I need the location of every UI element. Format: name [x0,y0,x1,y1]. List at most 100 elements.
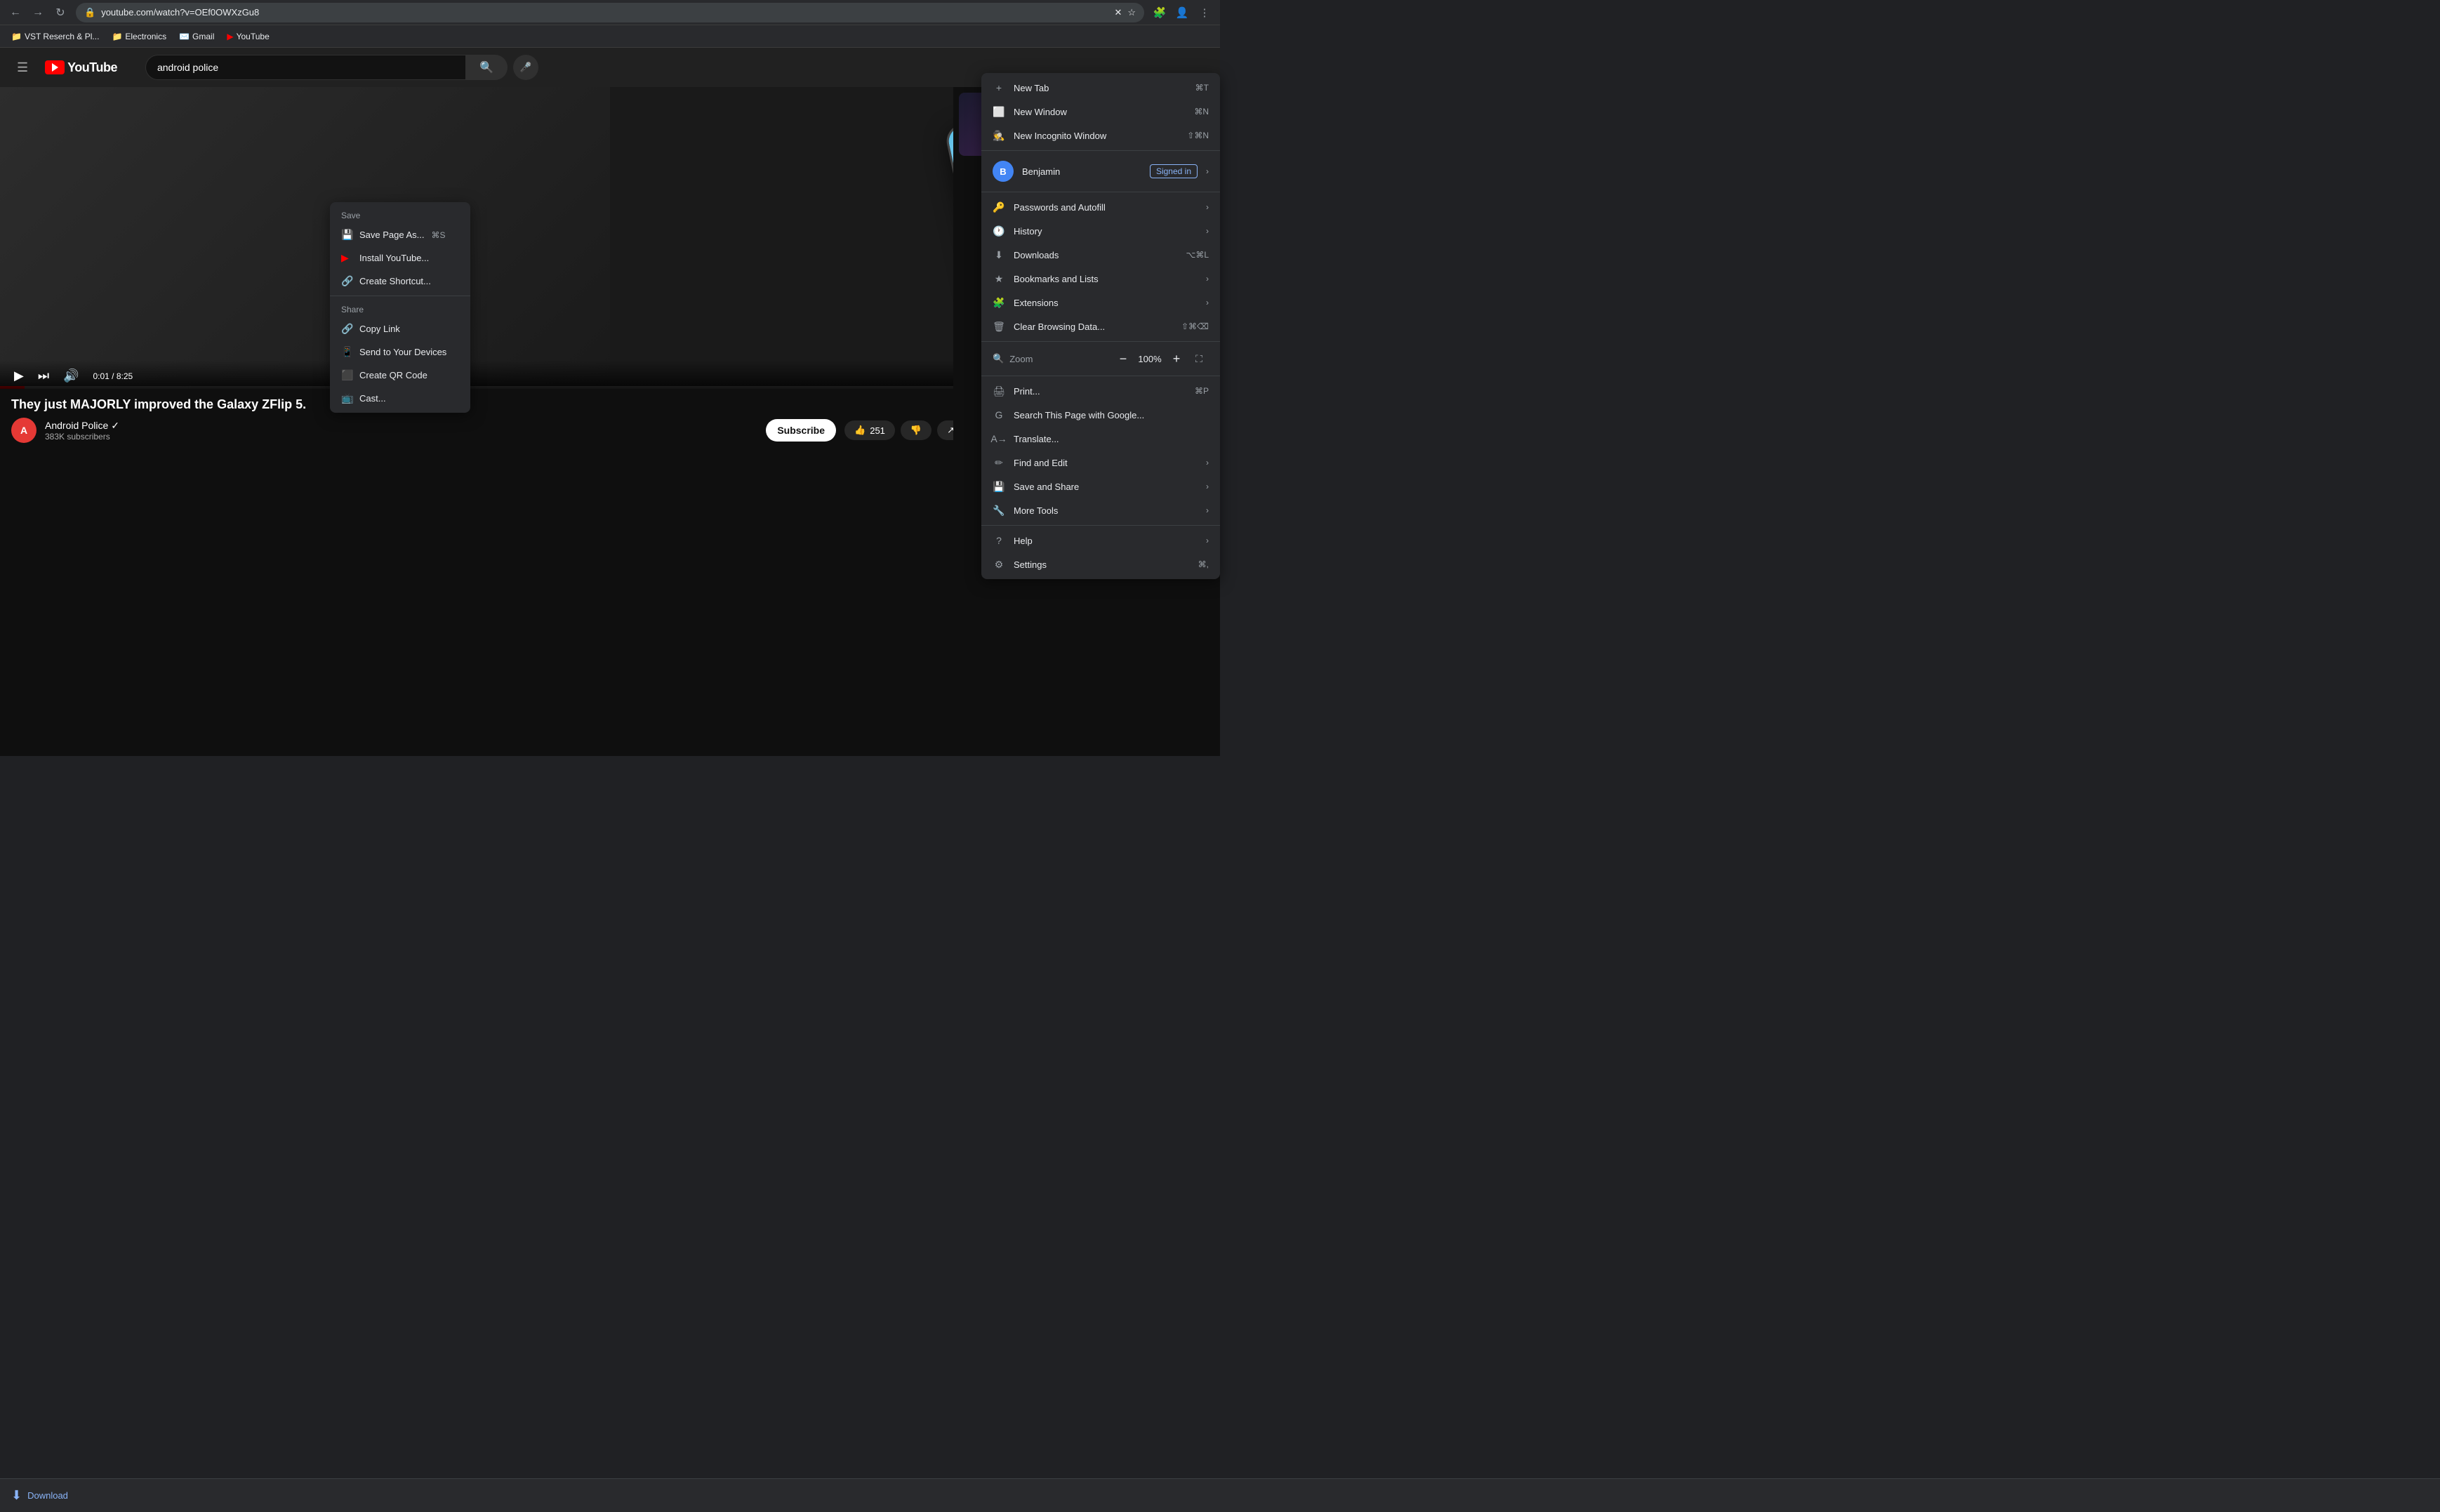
save-share-arrow-icon: › [1206,482,1209,491]
profile-row[interactable]: B Benjamin Signed in › [981,154,1220,189]
nav-buttons: ← → ↻ [6,3,70,22]
profile-avatar: B [993,161,1014,182]
install-youtube-item[interactable]: ▶ Install YouTube... [330,246,470,270]
find-edit-icon: ✏ [993,456,1005,469]
help-arrow-icon: › [1206,536,1209,545]
downloads-label: Downloads [1014,250,1177,260]
settings-item[interactable]: ⚙ Settings ⌘, [981,552,1220,576]
extensions-button[interactable]: 🧩 [1150,3,1169,22]
save-share-item[interactable]: 💾 Save and Share › [981,475,1220,498]
create-shortcut-item[interactable]: 🔗 Create Shortcut... [330,270,470,293]
zoom-minus-button[interactable]: − [1113,349,1133,369]
back-button[interactable]: ← [6,3,25,22]
menu-sep-5 [981,525,1220,526]
download-item: ⬇ Download [11,1488,68,1503]
star-icon[interactable]: ☆ [1127,7,1136,18]
passwords-item[interactable]: 🔑 Passwords and Autofill › [981,195,1220,219]
bookmark-folder-icon: 📁 [11,32,22,41]
new-tab-shortcut: ⌘T [1195,83,1209,93]
zoom-plus-button[interactable]: + [1167,349,1186,369]
search-page-item[interactable]: G Search This Page with Google... [981,403,1220,427]
find-edit-item[interactable]: ✏ Find and Edit › [981,451,1220,475]
downloads-item[interactable]: ⬇ Downloads ⌥⌘L [981,243,1220,267]
profile-button[interactable]: 👤 [1172,3,1192,22]
create-qr-label: Create QR Code [359,370,427,380]
help-item[interactable]: ? Help › [981,529,1220,552]
save-share-icon: 💾 [993,480,1005,493]
bookmark-gmail-icon: ✉️ [179,32,190,41]
bookmark-electronics[interactable]: 📁 Electronics [106,29,172,44]
bookmarks-icon: ★ [993,272,1005,285]
create-qr-item[interactable]: ⬛ Create QR Code [330,364,470,387]
more-tools-label: More Tools [1014,505,1198,516]
clear-data-item[interactable]: 🗑 Clear Browsing Data... ⇧⌘⌫ [981,314,1220,338]
translate-item[interactable]: A→ Translate... [981,427,1220,451]
save-section-label: Save [330,205,470,223]
passwords-label: Passwords and Autofill [1014,202,1198,213]
history-item[interactable]: 🕐 History › [981,219,1220,243]
copy-link-label: Copy Link [359,324,400,334]
send-to-devices-label: Send to Your Devices [359,347,446,357]
help-icon: ? [993,534,1005,547]
url-input[interactable]: youtube.com/watch?v=OEf0OWXzGu8 [101,7,1108,18]
save-page-as-item[interactable]: 💾 Save Page As... ⌘S [330,223,470,246]
more-tools-arrow-icon: › [1206,505,1209,515]
bookmark-gmail-label: Gmail [192,32,214,41]
refresh-button[interactable]: ↻ [51,3,70,22]
forward-button[interactable]: → [28,3,48,22]
zoom-label: 🔍 Zoom [993,353,1108,364]
install-icon: ▶ [341,252,352,264]
bookmarks-label: Bookmarks and Lists [1014,274,1198,284]
save-page-icon: 💾 [341,229,352,241]
clear-data-shortcut: ⇧⌘⌫ [1181,321,1209,331]
install-youtube-label: Install YouTube... [359,253,429,263]
cast-icon: 📺 [341,392,352,404]
cast-item[interactable]: 📺 Cast... [330,387,470,410]
send-devices-icon: 📱 [341,346,352,358]
signed-in-badge: Signed in [1150,164,1198,178]
zoom-controls: − 100% + ⛶ [1113,349,1209,369]
passwords-icon: 🔑 [993,201,1005,213]
bookmark-youtube[interactable]: ▶ YouTube [221,29,274,44]
zoom-fullscreen-button[interactable]: ⛶ [1189,349,1209,369]
extensions-item[interactable]: 🧩 Extensions › [981,291,1220,314]
new-tab-icon: + [993,81,1005,94]
more-tools-icon: 🔧 [993,504,1005,517]
print-item[interactable]: 🖨 Print... ⌘P [981,379,1220,403]
bookmarks-arrow-icon: › [1206,274,1209,284]
search-page-label: Search This Page with Google... [1014,410,1209,420]
save-share-label: Save and Share [1014,482,1198,492]
save-page-shortcut: ⌘S [432,230,446,240]
bookmarks-item[interactable]: ★ Bookmarks and Lists › [981,267,1220,291]
bookmark-vst-label: VST Reserch & Pl... [25,32,99,41]
send-to-devices-item[interactable]: 📱 Send to Your Devices [330,340,470,364]
download-name[interactable]: Download [27,1490,68,1501]
new-tab-item[interactable]: + New Tab ⌘T [981,76,1220,100]
chrome-menu-button[interactable]: ⋮ [1195,3,1214,22]
cast-label: Cast... [359,393,386,404]
new-window-item[interactable]: ⬜ New Window ⌘N [981,100,1220,124]
bookmark-vst[interactable]: 📁 VST Reserch & Pl... [6,29,105,44]
copy-link-item[interactable]: 🔗 Copy Link [330,317,470,340]
more-tools-item[interactable]: 🔧 More Tools › [981,498,1220,522]
browser-chrome: ← → ↻ 🔒 youtube.com/watch?v=OEf0OWXzGu8 … [0,0,1220,25]
settings-shortcut: ⌘, [1198,559,1209,569]
zoom-row: 🔍 Zoom − 100% + ⛶ [981,345,1220,373]
bookmark-gmail[interactable]: ✉️ Gmail [173,29,220,44]
clear-url-icon[interactable]: ✕ [1114,7,1122,18]
incognito-icon: 🕵 [993,129,1005,142]
downloads-icon: ⬇ [993,248,1005,261]
chrome-menu: + New Tab ⌘T ⬜ New Window ⌘N 🕵 New Incog… [981,73,1220,579]
passwords-arrow-icon: › [1206,202,1209,212]
address-bar[interactable]: 🔒 youtube.com/watch?v=OEf0OWXzGu8 ✕ ☆ [76,3,1144,22]
history-icon: 🕐 [993,225,1005,237]
menu-sep-1 [981,150,1220,151]
new-window-icon: ⬜ [993,105,1005,118]
bookmark-youtube-label: YouTube [237,32,270,41]
menu-sep-3 [981,341,1220,342]
download-bar-icon: ⬇ [11,1488,22,1503]
create-shortcut-label: Create Shortcut... [359,276,431,286]
save-page-label: Save Page As... [359,230,425,240]
new-incognito-item[interactable]: 🕵 New Incognito Window ⇧⌘N [981,124,1220,147]
clear-data-icon: 🗑 [993,320,1005,333]
